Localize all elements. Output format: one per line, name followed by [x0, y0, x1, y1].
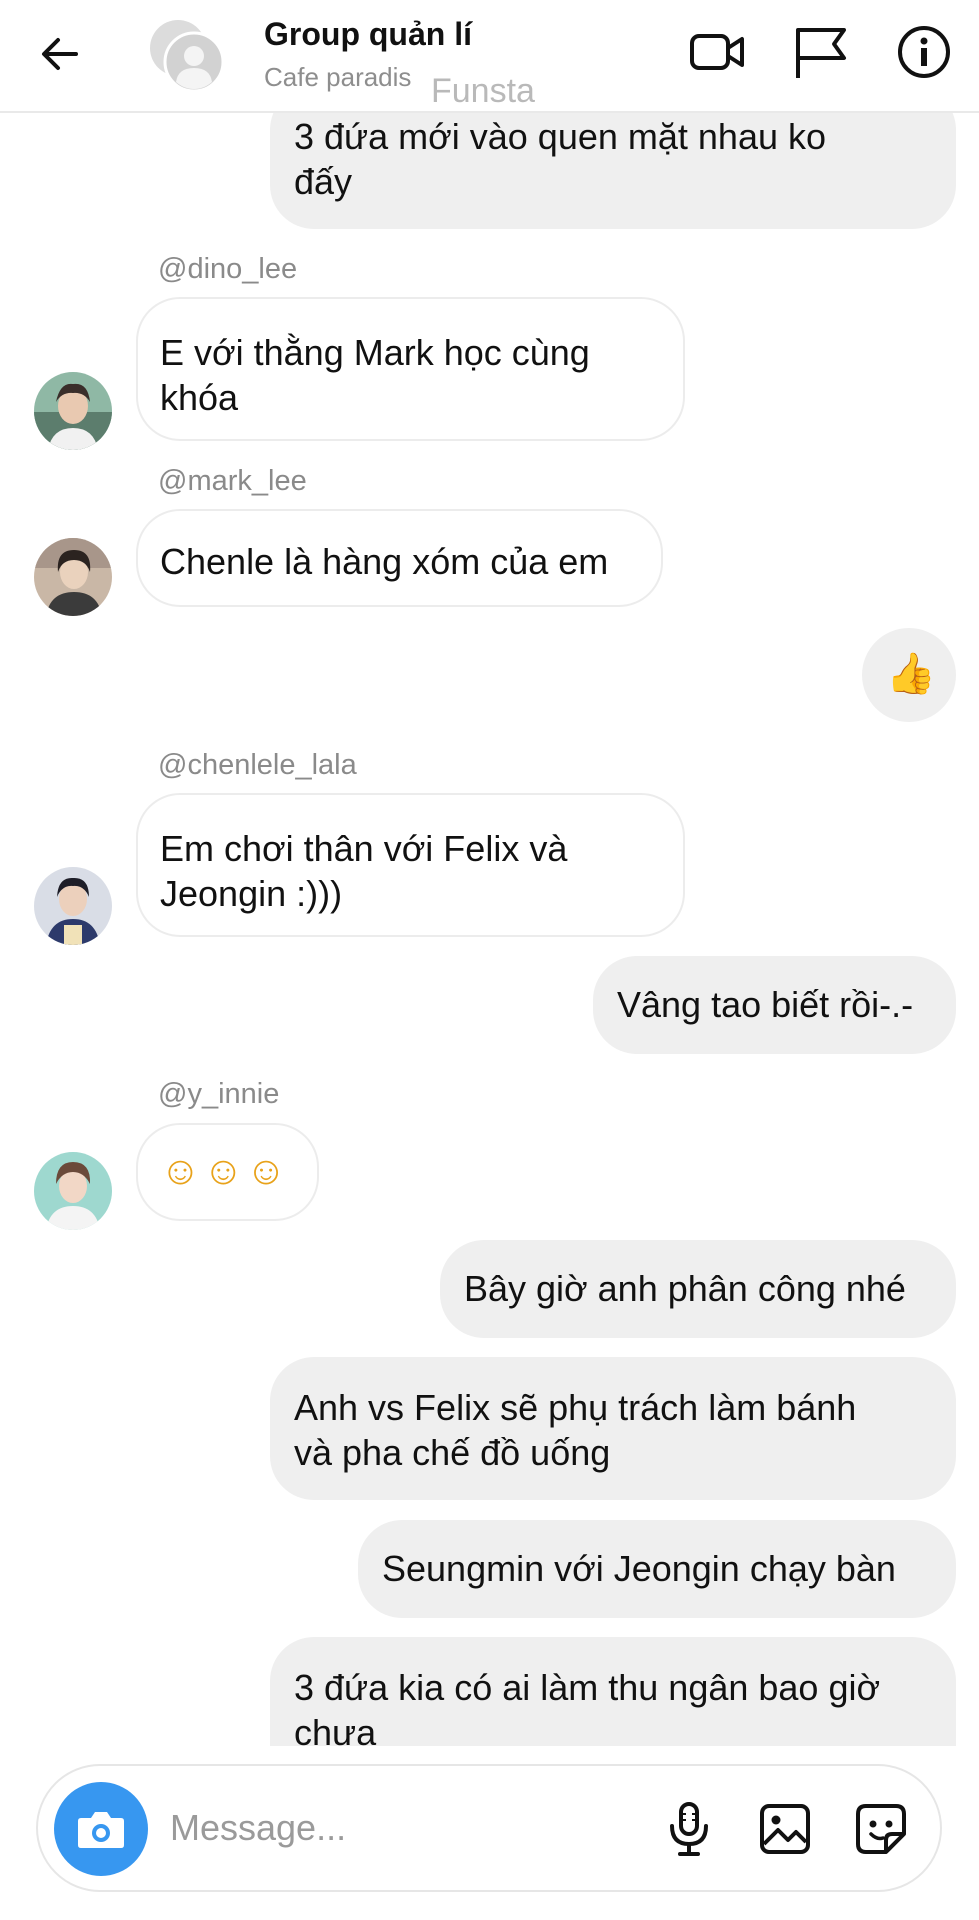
message-composer [36, 1764, 942, 1892]
message-bubble[interactable]: Chenle là hàng xóm của em [136, 509, 663, 607]
avatar[interactable] [34, 372, 112, 450]
message-bubble-own[interactable]: Seungmin với Jeongin chạy bàn [358, 1520, 956, 1618]
message-text: Anh vs Felix sẽ phụ trách làm bánh [294, 1387, 857, 1428]
message-text: Jeongin :))) [160, 873, 343, 914]
message-text: E với thằng Mark học cùng [160, 332, 590, 373]
info-button[interactable] [894, 22, 954, 82]
camera-button[interactable] [54, 1782, 148, 1876]
emoji-text: ☺☺☺ [160, 1149, 289, 1193]
message-bubble-own[interactable]: Anh vs Felix sẽ phụ trách làm bánh và ph… [270, 1357, 956, 1500]
message-text: 3 đứa kia có ai làm thu ngân bao giờ [294, 1667, 881, 1708]
thread-edge [0, 1746, 979, 1758]
sticker-icon [856, 1804, 906, 1854]
sender-username[interactable]: @mark_lee [158, 465, 307, 498]
report-button[interactable] [790, 22, 850, 82]
message-text: Vâng tao biết rồi-.- [617, 984, 914, 1025]
message-thread[interactable]: 3 đứa mới vào quen mặt nhau ko đấy @dino… [0, 0, 979, 1758]
camera-icon [78, 1812, 124, 1848]
message-bubble-own[interactable]: 3 đứa kia có ai làm thu ngân bao giờ chư… [270, 1637, 956, 1758]
back-button[interactable] [36, 30, 84, 78]
group-avatar[interactable] [148, 14, 228, 94]
message-text: đấy [294, 161, 353, 202]
voice-message-button[interactable] [660, 1800, 718, 1858]
message-input[interactable] [170, 1800, 530, 1856]
message-text: Seungmin với Jeongin chạy bàn [382, 1548, 896, 1589]
message-bubble-own[interactable]: Vâng tao biết rồi-.- [593, 956, 956, 1054]
sticker-button[interactable] [852, 1800, 910, 1858]
message-text: Bây giờ anh phân công nhé [464, 1268, 906, 1309]
avatar[interactable] [34, 1152, 112, 1230]
video-camera-icon [690, 34, 744, 70]
info-icon [898, 26, 950, 78]
avatar[interactable] [34, 867, 112, 945]
image-icon [760, 1804, 810, 1854]
chat-header: Group quản lí Cafe paradis Funsta [0, 0, 979, 113]
chat-subtitle-tag: Funsta [431, 72, 535, 110]
video-call-button[interactable] [688, 22, 748, 82]
gallery-button[interactable] [756, 1800, 814, 1858]
thumbs-up-icon: 👍 [886, 652, 936, 696]
message-text: và pha chế đồ uống [294, 1432, 611, 1473]
message-bubble[interactable]: Em chơi thân với Felix và Jeongin :))) [136, 793, 685, 937]
arrow-left-icon [42, 38, 78, 70]
chat-subtitle: Cafe paradis [264, 62, 412, 92]
sender-username[interactable]: @dino_lee [158, 253, 297, 286]
microphone-icon [670, 1802, 708, 1856]
message-bubble-own[interactable]: Bây giờ anh phân công nhé [440, 1240, 956, 1338]
avatar[interactable] [34, 538, 112, 616]
message-bubble[interactable]: E với thằng Mark học cùng khóa [136, 297, 685, 441]
message-bubble-own-like[interactable]: 👍 [862, 628, 956, 722]
message-text: Chenle là hàng xóm của em [160, 541, 609, 582]
message-text: khóa [160, 377, 239, 418]
sender-username[interactable]: @y_innie [158, 1078, 279, 1111]
message-text: 3 đứa mới vào quen mặt nhau ko [294, 116, 827, 157]
flag-icon [796, 28, 846, 78]
message-bubble[interactable]: ☺☺☺ [136, 1123, 319, 1221]
message-text: Em chơi thân với Felix và [160, 828, 568, 869]
chat-title[interactable]: Group quản lí [264, 16, 472, 53]
sender-username[interactable]: @chenlele_lala [158, 749, 357, 782]
